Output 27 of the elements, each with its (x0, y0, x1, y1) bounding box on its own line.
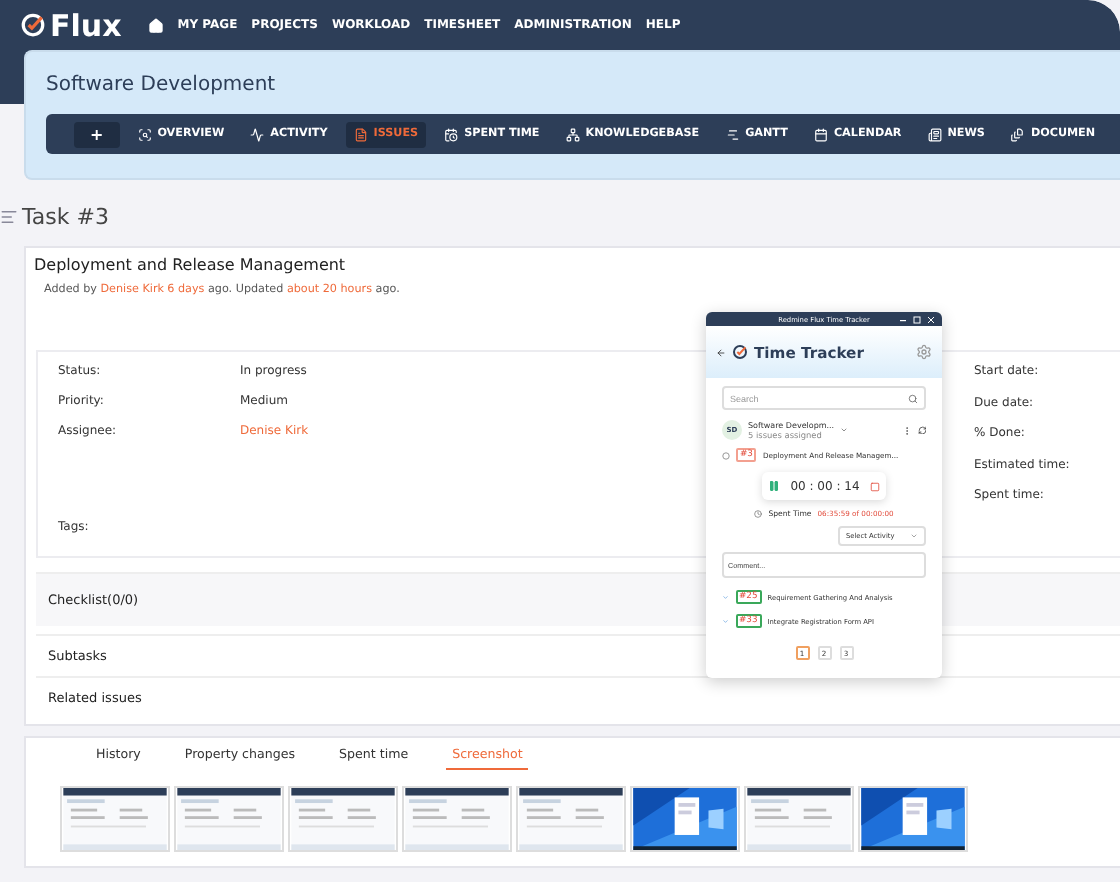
tab-icon (353, 127, 368, 141)
search-icon (908, 393, 918, 403)
page-title: Task #3 (22, 204, 109, 230)
refresh-icon[interactable] (917, 425, 926, 435)
clock-icon (754, 509, 763, 517)
logo-check-icon (732, 344, 748, 360)
pause-icon[interactable] (768, 480, 781, 492)
tab-icon (813, 127, 828, 141)
issue-subject: Deployment and Release Management (34, 256, 348, 274)
home-icon[interactable] (147, 17, 164, 33)
back-icon[interactable] (716, 347, 726, 357)
tab-icon (725, 127, 740, 141)
tab-icon (250, 127, 265, 141)
menu-icon[interactable] (0, 208, 18, 226)
tab-icon (565, 127, 580, 141)
window-controls-icon[interactable] (900, 315, 936, 323)
radio-icon[interactable] (722, 451, 730, 459)
tab-icon (1010, 127, 1025, 141)
brand-name: Flux (50, 7, 122, 43)
stop-icon[interactable] (869, 481, 880, 491)
tab-icon (927, 127, 942, 141)
logo-check-icon (20, 12, 46, 38)
settings-icon[interactable] (916, 344, 932, 360)
project-title: Software Development (46, 74, 278, 96)
tab-icon (444, 127, 459, 141)
tab-icon (137, 127, 152, 141)
add-button[interactable]: + (74, 121, 120, 147)
